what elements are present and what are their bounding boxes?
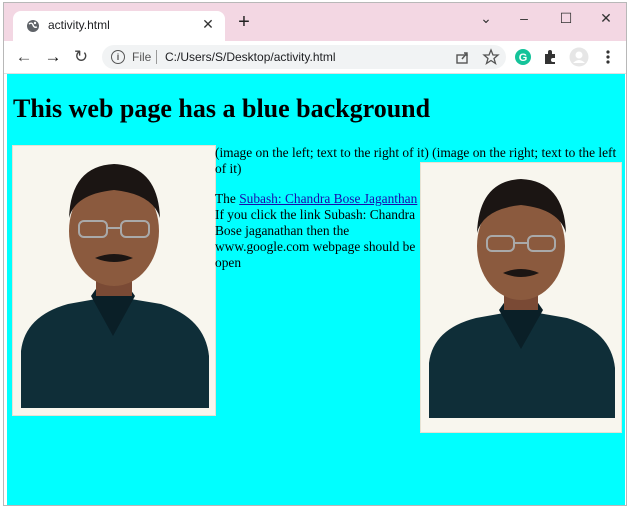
maximize-button[interactable]: ☐ [548,7,584,29]
link-paragraph: The Subash: Chandra Bose Jaganthan If yo… [215,191,421,271]
title-bar: activity.html ✕ + ⌄ – ☐ ✕ [4,3,626,41]
grammarly-icon[interactable]: G [514,48,532,66]
scheme-label: File [132,50,152,64]
profile-link[interactable]: Subash: Chandra Bose Jaganthan [239,191,417,206]
tab-search-chevron-icon[interactable]: ⌄ [468,7,504,29]
back-button[interactable]: ← [12,45,36,69]
profile-icon[interactable] [569,47,589,67]
forward-button[interactable]: → [41,45,65,69]
page-heading: This web page has a blue background [13,94,431,123]
tab-close-button[interactable]: ✕ [199,15,217,33]
tab-activity[interactable]: activity.html ✕ [13,11,225,41]
info-icon[interactable]: i [111,50,125,64]
browser-window: activity.html ✕ + ⌄ – ☐ ✕ ← → ↻ i File C… [3,2,627,506]
new-tab-button[interactable]: + [234,12,254,33]
omnibox-divider [156,50,157,64]
portrait-photo-left [12,145,216,416]
minimize-button[interactable]: – [506,7,542,29]
globe-icon [27,20,39,32]
para-suffix: If you click the link Subash: Chandra Bo… [215,207,416,270]
star-icon[interactable] [482,48,500,66]
tab-title: activity.html [48,18,110,32]
svg-text:G: G [519,52,528,64]
url-text[interactable]: C:/Users/S/Desktop/activity.html [165,50,335,64]
toolbar: ← → ↻ i File C:/Users/S/Desktop/activity… [4,41,626,74]
address-bar[interactable]: i File C:/Users/S/Desktop/activity.html [102,45,506,69]
share-icon[interactable] [454,48,472,66]
close-window-button[interactable]: ✕ [588,7,624,29]
reload-button[interactable]: ↻ [69,45,93,69]
page-content: This web page has a blue background (ima… [7,74,625,505]
portrait-photo-right [420,162,622,433]
puzzle-icon[interactable] [541,48,559,66]
image-caption: (image on the left; text to the right of… [215,145,617,176]
kebab-menu-icon[interactable] [599,48,617,66]
para-prefix: The [215,191,236,206]
